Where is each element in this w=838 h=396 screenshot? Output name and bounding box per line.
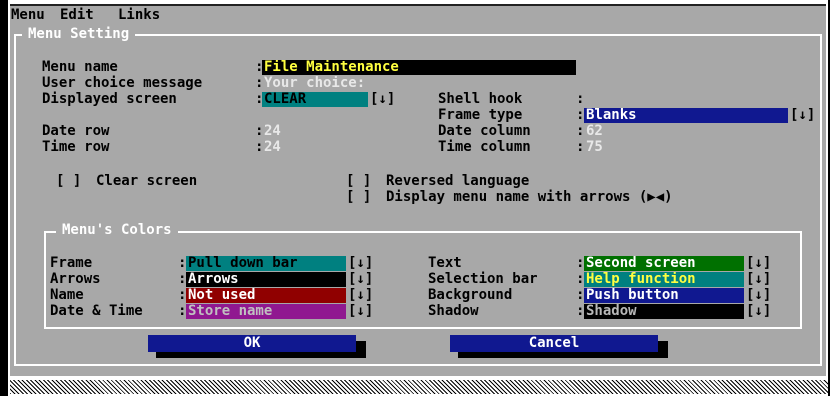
arrows-color-dropdown-button[interactable]: [↓] bbox=[348, 272, 373, 287]
user-choice-field[interactable]: Your choice: bbox=[262, 76, 394, 91]
frame-type-dropdown-button[interactable]: [↓] bbox=[790, 108, 815, 123]
frame-type-label: Frame type bbox=[438, 107, 523, 123]
display-arrows-label: Display menu name with arrows (▶◀) bbox=[386, 189, 673, 205]
frame-color-label: Frame bbox=[50, 255, 93, 271]
menu-setting-dialog: Menu Setting Menu name : File Maintenanc… bbox=[10, 24, 826, 376]
reversed-language-label: Reversed language bbox=[386, 173, 530, 189]
scroll-hatch-area bbox=[10, 380, 828, 394]
text-color-field[interactable]: Second screen bbox=[584, 256, 744, 271]
ok-button[interactable]: OK bbox=[148, 335, 356, 352]
time-column-field[interactable]: 75 bbox=[584, 140, 626, 155]
screen-left-border bbox=[0, 0, 8, 396]
text-color-dropdown-button[interactable]: [↓] bbox=[746, 256, 771, 271]
date-row-label: Date row bbox=[42, 123, 110, 139]
menu-item-links[interactable]: Links bbox=[118, 7, 160, 23]
background-color-dropdown-button[interactable]: [↓] bbox=[746, 288, 771, 303]
dos-screen: Menu Edit Links Menu Setting Menu name :… bbox=[0, 0, 838, 396]
cancel-button[interactable]: Cancel bbox=[450, 335, 658, 352]
date-time-color-label: Date & Time bbox=[50, 303, 143, 319]
text-color-label: Text bbox=[428, 255, 462, 271]
reversed-language-checkbox[interactable]: [ ] bbox=[346, 173, 371, 190]
shadow-color-field[interactable]: Shadow bbox=[584, 304, 744, 319]
name-color-dropdown-button[interactable]: [↓] bbox=[348, 288, 373, 303]
time-row-label: Time row bbox=[42, 139, 110, 155]
name-color-field[interactable]: Not used bbox=[186, 288, 346, 303]
name-color-label: Name bbox=[50, 287, 84, 303]
shell-hook-label: Shell hook bbox=[438, 91, 523, 107]
displayed-screen-dropdown-button[interactable]: [↓] bbox=[370, 92, 395, 107]
clear-screen-checkbox[interactable]: [ ] bbox=[56, 173, 81, 190]
menu-setting-title: Menu Setting bbox=[22, 26, 136, 43]
clear-screen-label: Clear screen bbox=[96, 173, 198, 189]
date-time-color-field[interactable]: Store name bbox=[186, 304, 346, 319]
background-color-field[interactable]: Push button bbox=[584, 288, 744, 303]
menu-item-edit[interactable]: Edit bbox=[60, 7, 94, 23]
selection-bar-color-dropdown-button[interactable]: [↓] bbox=[746, 272, 771, 287]
shadow-color-dropdown-button[interactable]: [↓] bbox=[746, 304, 771, 319]
frame-color-dropdown-button[interactable]: [↓] bbox=[348, 256, 373, 271]
selection-bar-color-label: Selection bar bbox=[428, 271, 538, 287]
screen-right-border bbox=[828, 0, 838, 396]
background-color-label: Background bbox=[428, 287, 513, 303]
displayed-screen-field[interactable]: CLEAR bbox=[262, 92, 368, 107]
date-row-field[interactable]: 24 bbox=[262, 124, 304, 139]
menu-name-label: Menu name bbox=[42, 59, 118, 75]
menu-bar: Menu Edit Links bbox=[10, 6, 826, 24]
date-time-color-dropdown-button[interactable]: [↓] bbox=[348, 304, 373, 319]
menu-item-menu[interactable]: Menu bbox=[11, 7, 45, 23]
menu-name-field[interactable]: File Maintenance bbox=[262, 60, 576, 75]
arrows-color-label: Arrows bbox=[50, 271, 101, 287]
date-column-field[interactable]: 62 bbox=[584, 124, 626, 139]
displayed-screen-label: Displayed screen bbox=[42, 91, 177, 107]
frame-type-field[interactable]: Blanks bbox=[584, 108, 788, 123]
selection-bar-color-field[interactable]: Help function bbox=[584, 272, 744, 287]
shell-hook-field[interactable] bbox=[584, 92, 686, 107]
frame-color-field[interactable]: Pull down bar bbox=[186, 256, 346, 271]
time-column-label: Time column bbox=[438, 139, 531, 155]
arrows-color-field[interactable]: Arrows bbox=[186, 272, 346, 287]
display-arrows-checkbox[interactable]: [ ] bbox=[346, 189, 371, 206]
user-choice-label: User choice message bbox=[42, 75, 203, 91]
shadow-color-label: Shadow bbox=[428, 303, 479, 319]
menus-colors-title: Menu's Colors bbox=[56, 222, 178, 239]
time-row-field[interactable]: 24 bbox=[262, 140, 304, 155]
date-column-label: Date column bbox=[438, 123, 531, 139]
